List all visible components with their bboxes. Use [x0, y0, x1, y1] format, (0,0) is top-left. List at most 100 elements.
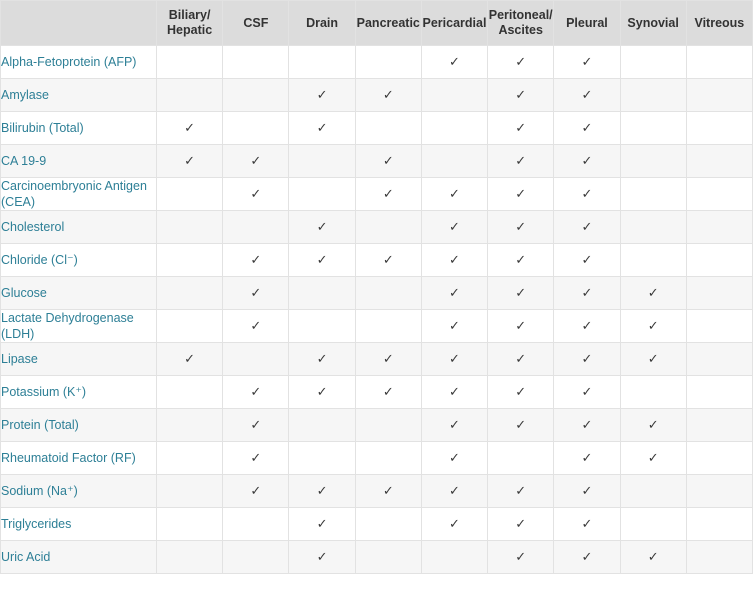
- check-cell: ✓: [288, 507, 356, 541]
- check-icon: ✓: [184, 352, 196, 367]
- empty-cell: [354, 441, 422, 475]
- check-cell: ✓: [487, 408, 555, 442]
- check-cell: ✓: [354, 474, 422, 508]
- check-cell: ✓: [155, 144, 224, 178]
- check-cell: ✓: [354, 342, 422, 376]
- empty-cell: [222, 507, 290, 541]
- check-cell: ✓: [222, 309, 290, 343]
- check-cell: ✓: [487, 507, 555, 541]
- empty-cell: [155, 243, 224, 277]
- empty-cell: [354, 309, 422, 343]
- check-icon: ✓: [515, 121, 527, 136]
- check-icon: ✓: [449, 319, 460, 334]
- check-icon: ✓: [515, 88, 527, 103]
- analyte-label: Uric Acid: [0, 540, 157, 574]
- check-icon: ✓: [316, 220, 328, 235]
- check-icon: ✓: [449, 253, 460, 268]
- empty-cell: [288, 45, 356, 79]
- empty-cell: [619, 243, 687, 277]
- empty-cell: [222, 342, 290, 376]
- check-cell: ✓: [354, 78, 422, 112]
- check-icon: ✓: [647, 550, 659, 565]
- check-icon: ✓: [316, 484, 328, 499]
- empty-cell: [222, 540, 290, 574]
- empty-cell: [619, 78, 687, 112]
- empty-cell: [288, 408, 356, 442]
- empty-cell: [685, 540, 753, 574]
- check-icon: ✓: [515, 385, 527, 400]
- empty-cell: [685, 144, 753, 178]
- check-icon: ✓: [449, 286, 460, 301]
- check-cell: ✓: [619, 408, 687, 442]
- empty-cell: [619, 144, 687, 178]
- check-icon: ✓: [382, 253, 394, 268]
- check-cell: ✓: [487, 375, 555, 409]
- check-cell: ✓: [354, 177, 422, 211]
- check-cell: ✓: [288, 210, 356, 244]
- empty-cell: [222, 111, 290, 145]
- empty-cell: [619, 507, 687, 541]
- column-header-synovial: Synovial: [619, 0, 687, 46]
- empty-cell: [288, 177, 356, 211]
- empty-cell: [685, 111, 753, 145]
- empty-cell: [487, 441, 555, 475]
- check-icon: ✓: [316, 550, 328, 565]
- check-cell: ✓: [487, 78, 555, 112]
- check-cell: ✓: [553, 309, 621, 343]
- check-cell: ✓: [487, 276, 555, 310]
- check-cell: ✓: [222, 243, 290, 277]
- check-icon: ✓: [581, 220, 593, 235]
- check-icon: ✓: [449, 187, 460, 202]
- check-icon: ✓: [250, 154, 262, 169]
- check-icon: ✓: [581, 55, 593, 70]
- empty-cell: [354, 210, 422, 244]
- empty-cell: [354, 408, 422, 442]
- empty-cell: [420, 144, 489, 178]
- empty-cell: [619, 45, 687, 79]
- column-header-csf: CSF: [222, 0, 290, 46]
- table-row: Alpha-Fetoprotein (AFP) ✓ ✓ ✓: [0, 45, 753, 79]
- empty-cell: [354, 507, 422, 541]
- check-cell: ✓: [553, 78, 621, 112]
- check-cell: ✓: [487, 177, 555, 211]
- check-icon: ✓: [647, 418, 659, 433]
- check-icon: ✓: [316, 121, 328, 136]
- check-cell: ✓: [553, 507, 621, 541]
- check-icon: ✓: [581, 286, 593, 301]
- table-row: Triglycerides ✓ ✓ ✓ ✓: [0, 507, 753, 541]
- check-icon: ✓: [515, 319, 527, 334]
- check-cell: ✓: [553, 540, 621, 574]
- empty-cell: [155, 507, 224, 541]
- empty-cell: [155, 210, 224, 244]
- analyte-label: Carcinoembryonic Antigen (CEA): [0, 177, 157, 211]
- empty-cell: [288, 144, 356, 178]
- check-icon: ✓: [515, 517, 527, 532]
- check-cell: ✓: [553, 375, 621, 409]
- empty-cell: [420, 78, 489, 112]
- table-row: Rheumatoid Factor (RF) ✓ ✓ ✓ ✓: [0, 441, 753, 475]
- table-row: Potassium (K⁺) ✓ ✓ ✓ ✓ ✓ ✓: [0, 375, 753, 409]
- check-icon: ✓: [581, 550, 593, 565]
- check-icon: ✓: [647, 319, 659, 334]
- check-icon: ✓: [250, 253, 262, 268]
- check-icon: ✓: [449, 517, 460, 532]
- table-row: Amylase ✓ ✓ ✓ ✓: [0, 78, 753, 112]
- empty-cell: [685, 309, 753, 343]
- empty-cell: [222, 78, 290, 112]
- analyte-fluid-matrix-table: Biliary/Hepatic CSF Drain Pancreatic Pericar…: [0, 0, 753, 574]
- empty-cell: [619, 375, 687, 409]
- empty-cell: [420, 111, 489, 145]
- check-cell: ✓: [553, 111, 621, 145]
- check-icon: ✓: [581, 385, 593, 400]
- check-cell: ✓: [420, 45, 489, 79]
- check-icon: ✓: [581, 187, 593, 202]
- table-row: Lipase ✓ ✓ ✓ ✓ ✓ ✓ ✓: [0, 342, 753, 376]
- table-row: Lactate Dehydrogenase (LDH) ✓ ✓ ✓ ✓ ✓: [0, 309, 753, 343]
- table-row: Protein (Total) ✓ ✓ ✓ ✓ ✓: [0, 408, 753, 442]
- empty-cell: [155, 276, 224, 310]
- empty-cell: [155, 441, 224, 475]
- check-cell: ✓: [222, 177, 290, 211]
- check-cell: ✓: [619, 540, 687, 574]
- check-icon: ✓: [250, 418, 262, 433]
- check-icon: ✓: [382, 154, 394, 169]
